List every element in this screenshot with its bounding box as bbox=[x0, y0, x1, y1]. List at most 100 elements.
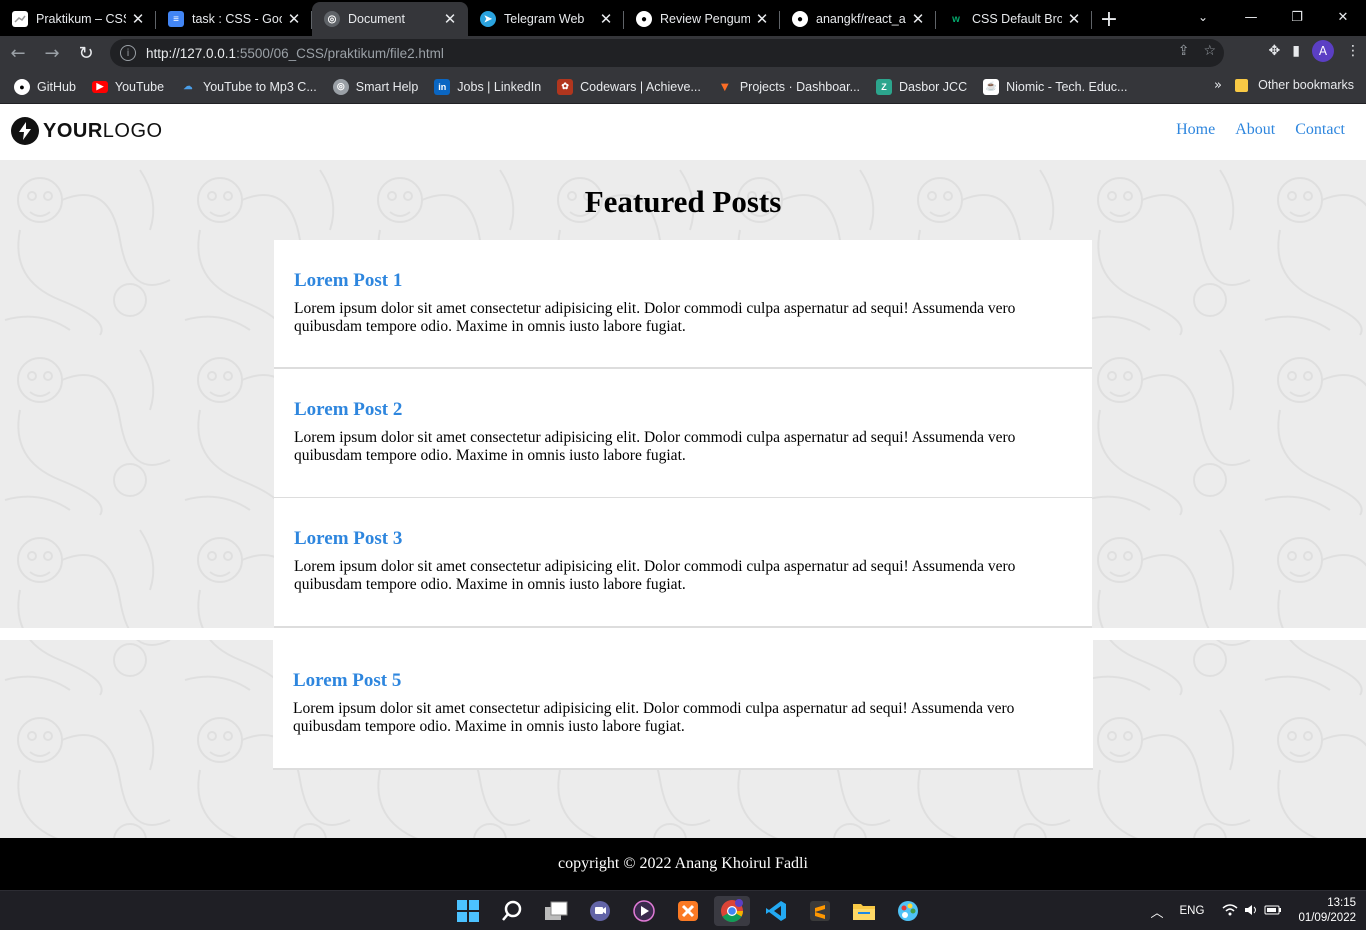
minimize-button[interactable]: — bbox=[1228, 0, 1274, 34]
tab-title: Praktikum – CSS bbox=[36, 12, 126, 26]
tab-telegram[interactable]: ➤ Telegram Web ✕ bbox=[468, 2, 624, 36]
page-title: Featured Posts bbox=[584, 184, 782, 219]
tab-review[interactable]: ● Review Pengump ✕ bbox=[624, 2, 780, 36]
avatar[interactable]: A bbox=[1312, 40, 1334, 62]
file-explorer-icon[interactable] bbox=[846, 896, 882, 926]
github-icon: ● bbox=[14, 78, 30, 95]
browser-toolbar: ← → ↻ i http://127.0.0.1:5500/06_CSS/pra… bbox=[0, 36, 1366, 70]
chrome-icon[interactable] bbox=[714, 896, 750, 926]
nav-home-link[interactable]: Home bbox=[1176, 121, 1215, 139]
logo-text-bold: YOUR bbox=[43, 119, 103, 142]
tab-css-default[interactable]: w CSS Default Brow ✕ bbox=[936, 2, 1092, 36]
windows-start-icon[interactable] bbox=[450, 896, 486, 926]
window-close-button[interactable]: ✕ bbox=[1320, 0, 1366, 34]
close-icon[interactable]: ✕ bbox=[442, 10, 458, 28]
bookmark-linkedin[interactable]: in Jobs | LinkedIn bbox=[434, 78, 542, 95]
system-tray: ︿ ENG 13:15 01/09/2022 bbox=[1151, 891, 1357, 930]
logo-text: YOURLOGO bbox=[43, 120, 163, 143]
close-icon[interactable]: ✕ bbox=[910, 10, 926, 28]
address-bar[interactable]: i http://127.0.0.1:5500/06_CSS/praktikum… bbox=[110, 39, 1224, 67]
post-card: Lorem Post 3 Lorem ipsum dolor sit amet … bbox=[274, 498, 1092, 628]
close-icon[interactable]: ✕ bbox=[598, 10, 614, 28]
google-docs-icon: ≡ bbox=[168, 11, 184, 27]
bookmark-label: Projects · Dashboar... bbox=[739, 79, 861, 94]
bookmark-label: Jobs | LinkedIn bbox=[457, 79, 542, 94]
bookmark-label: Niomic - Tech. Educ... bbox=[1006, 79, 1128, 94]
xampp-icon[interactable] bbox=[670, 896, 706, 926]
post-title-link[interactable]: Lorem Post 3 bbox=[294, 528, 1072, 550]
close-icon[interactable]: ✕ bbox=[286, 10, 302, 28]
w3schools-icon: w bbox=[952, 13, 960, 25]
telegram-icon: ➤ bbox=[480, 11, 496, 27]
github-icon: ● bbox=[636, 11, 652, 27]
sublime-text-icon[interactable] bbox=[802, 896, 838, 926]
close-icon[interactable]: ✕ bbox=[754, 10, 770, 28]
extensions-icon[interactable]: ✥ bbox=[1269, 43, 1281, 59]
post-title-link[interactable]: Lorem Post 5 bbox=[293, 670, 1073, 692]
bookmark-gitlab[interactable]: ▼ Projects · Dashboar... bbox=[717, 79, 860, 95]
chevron-up-icon[interactable]: ︿ bbox=[1151, 902, 1164, 921]
post-card: Lorem Post 1 Lorem ipsum dolor sit amet … bbox=[274, 240, 1092, 369]
tab-document[interactable]: ◎ Document ✕ bbox=[312, 2, 468, 36]
nav-contact-link[interactable]: Contact bbox=[1295, 121, 1345, 139]
other-bookmarks[interactable]: Other bookmarks bbox=[1235, 78, 1354, 92]
back-button[interactable]: ← bbox=[2, 38, 34, 68]
post-card: Lorem Post 2 Lorem ipsum dolor sit amet … bbox=[274, 369, 1092, 499]
bookmark-jcc[interactable]: Z Dasbor JCC bbox=[876, 78, 968, 95]
restore-button[interactable]: ❐ bbox=[1274, 0, 1320, 34]
wifi-icon[interactable] bbox=[1222, 903, 1238, 919]
gitlab-icon: ▼ bbox=[718, 79, 732, 94]
bookmark-youtube[interactable]: ▶ YouTube bbox=[91, 80, 164, 94]
bookmark-github[interactable]: ● GitHub bbox=[14, 78, 76, 95]
bookmarks-bar: ● GitHub ▶ YouTube ☁ YouTube to Mp3 C... ◎ S… bbox=[0, 70, 1366, 104]
forward-button[interactable]: → bbox=[36, 38, 68, 68]
logo-text-light: LOGO bbox=[102, 119, 163, 142]
reload-button[interactable]: ↻ bbox=[70, 38, 102, 68]
tab-task-css[interactable]: ≡ task : CSS - Goog ✕ bbox=[156, 2, 312, 36]
tab-react[interactable]: ● anangkf/react_an ✕ bbox=[780, 2, 936, 36]
new-tab-button[interactable]: + bbox=[1092, 2, 1126, 36]
other-bookmarks-label: Other bookmarks bbox=[1258, 78, 1354, 92]
language-indicator[interactable]: ENG bbox=[1180, 905, 1205, 917]
lightning-bolt-icon bbox=[11, 117, 39, 145]
paint-icon[interactable] bbox=[890, 896, 926, 926]
bookmark-label: Codewars | Achieve... bbox=[580, 79, 701, 94]
bookmark-niomic[interactable]: ☕ Niomic - Tech. Educ... bbox=[983, 78, 1128, 95]
copyright-text: copyright © 2022 Anang Khoirul Fadli bbox=[558, 855, 808, 872]
close-icon[interactable]: ✕ bbox=[1066, 10, 1082, 28]
site-logo[interactable]: YOURLOGO bbox=[11, 117, 163, 145]
more-menu-icon[interactable]: ⋮ bbox=[1346, 43, 1360, 59]
star-icon[interactable]: ☆ bbox=[1203, 43, 1216, 59]
info-icon[interactable]: i bbox=[120, 45, 136, 61]
divider-strip bbox=[0, 628, 1366, 640]
post-card: Lorem Post 5 Lorem ipsum dolor sit amet … bbox=[273, 640, 1093, 770]
tab-praktikum[interactable]: Praktikum – CSS ✕ bbox=[0, 2, 156, 36]
clock[interactable]: 13:15 01/09/2022 bbox=[1298, 896, 1356, 926]
vscode-icon[interactable] bbox=[758, 896, 794, 926]
niomic-icon: ☕ bbox=[983, 78, 1000, 95]
bookmark-yt-mp3[interactable]: ☁ YouTube to Mp3 C... bbox=[180, 79, 317, 95]
teams-chat-icon[interactable] bbox=[582, 896, 618, 926]
post-title-link[interactable]: Lorem Post 1 bbox=[294, 270, 1072, 292]
bookmark-smart-help[interactable]: ◎ Smart Help bbox=[332, 78, 419, 95]
bookmark-label: Smart Help bbox=[355, 79, 419, 94]
volume-icon[interactable] bbox=[1244, 904, 1258, 919]
bookmarks-overflow-button[interactable]: » bbox=[1214, 78, 1222, 93]
linkedin-icon: in bbox=[434, 78, 451, 95]
bookmark-label: Dasbor JCC bbox=[899, 79, 968, 94]
search-icon[interactable] bbox=[494, 896, 530, 926]
close-icon[interactable]: ✕ bbox=[130, 10, 146, 28]
site-nav: Home About Contact bbox=[1176, 121, 1345, 139]
bookmark-codewars[interactable]: ✿ Codewars | Achieve... bbox=[557, 78, 701, 95]
side-panel-icon[interactable]: ▮ bbox=[1292, 43, 1300, 59]
post-body: Lorem ipsum dolor sit amet consectetur a… bbox=[294, 558, 1016, 593]
url-path: :5500/06_CSS/praktikum/file2.html bbox=[236, 45, 444, 61]
battery-icon[interactable] bbox=[1264, 904, 1282, 919]
task-view-icon[interactable] bbox=[538, 896, 574, 926]
url-text: http://127.0.0.1:5500/06_CSS/praktikum/f… bbox=[146, 46, 444, 61]
post-title-link[interactable]: Lorem Post 2 bbox=[294, 399, 1072, 421]
share-icon[interactable]: ⇪ bbox=[1178, 43, 1190, 59]
chevron-down-icon[interactable]: ⌄ bbox=[1186, 0, 1220, 34]
media-player-icon[interactable] bbox=[626, 896, 662, 926]
nav-about-link[interactable]: About bbox=[1235, 121, 1275, 139]
